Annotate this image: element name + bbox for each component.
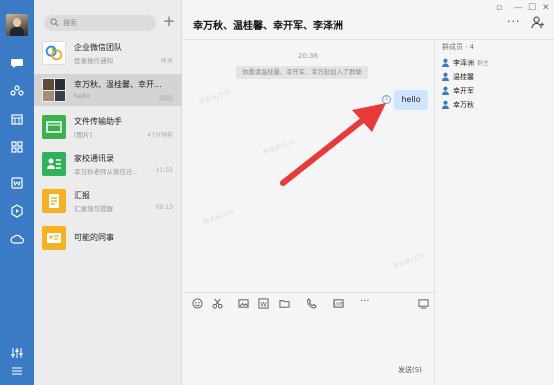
conversation-preview: 汇报填写提醒 (74, 205, 113, 213)
person-icon (441, 58, 450, 67)
file-transfer-icon (42, 115, 66, 139)
menu-icon[interactable] (8, 362, 26, 380)
conversation-time (159, 95, 173, 101)
conversation-list: 搜索 + 企业微信团队 登录操作通知 昨天 幸万秋、温桂馨、幸开... hell… (34, 0, 182, 385)
member-count: 群成员 · 4 (442, 43, 475, 51)
conversation-item[interactable]: 文件传输助手 [图片] 47分钟前 (34, 111, 182, 143)
settings-icon[interactable] (8, 344, 26, 362)
member-item[interactable]: 幸开军 (441, 85, 474, 96)
member-name: 李泽洲 (453, 58, 474, 67)
search-placeholder: 搜索 (63, 19, 77, 27)
drive-icon[interactable] (8, 202, 26, 220)
docs-icon[interactable] (8, 174, 26, 192)
colleague-card-icon (42, 226, 66, 250)
unread-indicator: 1 (382, 95, 391, 104)
wecom-team-icon (42, 41, 66, 65)
conversation-item[interactable]: 企业微信团队 登录操作通知 昨天 (34, 37, 182, 69)
live-icon[interactable]: LIVE (333, 298, 345, 309)
input-toolbar: W LIVE ··· (182, 292, 434, 312)
conversation-time: 11:55 (155, 167, 173, 174)
more-tools-icon[interactable]: ··· (360, 297, 372, 309)
image-icon[interactable] (238, 298, 250, 309)
search-input[interactable]: 搜索 (44, 15, 156, 31)
message-timestamp: 20:36 (297, 52, 319, 60)
pin-icon[interactable]: ▫ (496, 3, 502, 13)
member-name: 温桂馨 (453, 72, 474, 81)
member-item[interactable]: 温桂馨 (441, 71, 474, 82)
chat-title: 幸万秋、温桂馨、幸开军、李泽洲 (193, 21, 343, 32)
phone-icon[interactable] (306, 298, 318, 309)
folder-icon[interactable] (279, 298, 291, 309)
word-doc-icon[interactable]: W (258, 298, 270, 309)
screenshot-icon[interactable] (212, 298, 224, 309)
workbench-icon[interactable] (8, 138, 26, 156)
report-icon (42, 189, 66, 213)
watermark: 李泽洲2576 (202, 208, 236, 227)
emoji-icon[interactable] (192, 298, 204, 309)
maximize-icon[interactable]: ☐ (528, 3, 536, 13)
member-item[interactable]: 幸万秋 (441, 99, 474, 110)
conversation-title: 企业微信团队 (74, 43, 122, 52)
conversation-title: 幸万秋、温桂馨、幸开... (74, 80, 162, 89)
chat-panel: 幸万秋、温桂馨、幸开军、李泽洲 ▫ — ☐ ✕ ··· 20:36 你邀请温桂馨… (182, 0, 554, 385)
conversation-item-selected[interactable]: 幸万秋、温桂馨、幸开... hello (34, 74, 182, 106)
watermark: 李泽洲2576 (198, 88, 232, 107)
conversation-item[interactable]: 汇报 汇报填写提醒 09:13 (34, 185, 182, 217)
member-item[interactable]: 李泽洲 群主 (441, 57, 489, 68)
close-icon[interactable]: ✕ (542, 3, 550, 13)
chat-header: 幸万秋、温桂馨、幸开军、李泽洲 ▫ — ☐ ✕ ··· (182, 0, 554, 40)
member-name: 幸万秋 (453, 100, 474, 109)
conversation-title: 可能的同事 (74, 233, 114, 242)
conversation-time: 47分钟前 (147, 132, 173, 139)
add-member-icon[interactable] (531, 16, 544, 29)
watermark: 李泽洲2576 (392, 252, 426, 271)
conversation-item[interactable]: 可能的同事 (34, 222, 182, 254)
person-icon (441, 100, 450, 109)
person-icon (441, 72, 450, 81)
message-area: 20:36 你邀请温桂馨、幸开军、幸万秋加入了群聊 1 hello 李泽洲257… (182, 40, 434, 290)
svg-text:W: W (260, 300, 267, 308)
calendar-icon[interactable] (8, 110, 26, 128)
send-button[interactable]: 发送(S) (398, 365, 422, 375)
conversation-item[interactable]: 家校通讯录 幸万秋老师从微信迁... 11:55 (34, 148, 182, 180)
message-bubble[interactable]: hello (394, 90, 428, 110)
avatar[interactable] (6, 14, 28, 36)
conversation-preview: 幸万秋老师从微信迁... (74, 168, 139, 176)
nav-rail (0, 0, 34, 385)
conversation-preview: [图片] (74, 131, 93, 139)
minimize-icon[interactable]: — (514, 3, 523, 13)
messages-icon[interactable] (8, 54, 26, 72)
member-panel: 群成员 · 4 李泽洲 群主 温桂馨 幸开军 幸万秋 (434, 40, 554, 385)
watermark: 李泽洲2576 (262, 138, 296, 157)
member-name: 幸开军 (453, 86, 474, 95)
cloud-icon[interactable] (8, 230, 26, 248)
svg-text:LIVE: LIVE (334, 301, 343, 306)
conversation-time: 09:13 (155, 204, 173, 211)
system-message: 你邀请温桂馨、幸开军、幸万秋加入了群聊 (236, 66, 368, 79)
conversation-preview: 登录操作通知 (74, 57, 113, 65)
more-options-icon[interactable]: ··· (507, 15, 521, 28)
school-contacts-icon (42, 152, 66, 176)
conversation-time: 昨天 (160, 58, 173, 65)
contacts-icon[interactable] (8, 82, 26, 100)
conversation-title: 文件传输助手 (74, 117, 122, 126)
member-role: 群主 (477, 60, 490, 67)
conversation-title: 家校通讯录 (74, 154, 114, 163)
group-avatar (42, 78, 66, 102)
chat-history-icon[interactable] (418, 298, 430, 309)
conversation-title: 汇报 (74, 191, 90, 200)
person-icon (441, 86, 450, 95)
search-icon (50, 18, 59, 27)
add-button[interactable]: + (161, 14, 177, 30)
conversation-preview: hello (74, 92, 90, 100)
